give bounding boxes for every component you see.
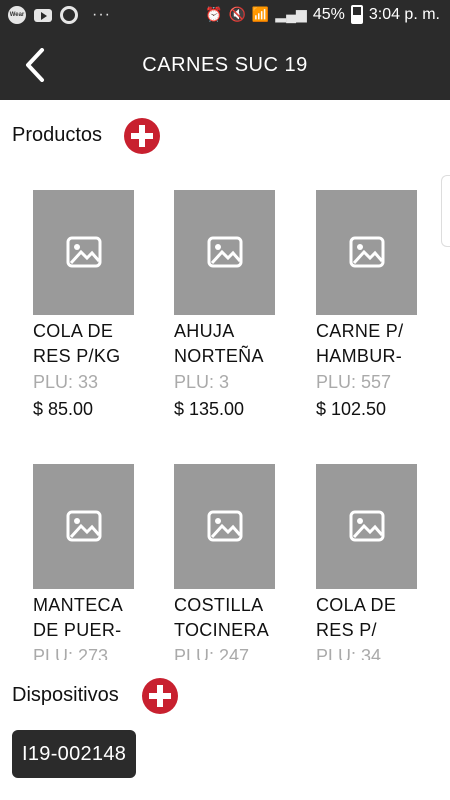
product-price: $ 135.00 (174, 399, 245, 419)
product-card[interactable]: COSTILLA TOCINERA PLU: 247 (174, 464, 278, 660)
product-card[interactable]: AHUJA NORTEÑA PLU: 3 $ 135.00 (174, 190, 278, 423)
devices-section-title: Dispositivos (12, 684, 119, 706)
product-thumbnail (174, 464, 275, 589)
product-name: CARNE P/ HAMBUR- (316, 321, 404, 366)
product-name: COLA DE RES P/ (316, 595, 397, 640)
product-name: MANTECA DE PUER- (33, 595, 124, 640)
product-plu: PLU: 247 (174, 646, 250, 660)
product-plu: PLU: 3 (174, 372, 230, 392)
status-bar-right: ⏰ 🔇 📶 ▂▄▆ 45% 3:04 p. m. (205, 5, 440, 24)
product-thumbnail (33, 464, 134, 589)
product-card[interactable]: MANTECA DE PUER- PLU: 273 (33, 464, 137, 660)
more-notifications-icon: ··· (92, 6, 111, 23)
sync-icon (60, 6, 78, 24)
product-card[interactable]: COLA DE RES P/KG PLU: 33 $ 85.00 (33, 190, 137, 423)
image-placeholder-icon (349, 510, 385, 542)
wifi-icon: 📶 (251, 6, 270, 22)
products-grid: COLA DE RES P/KG PLU: 33 $ 85.00 AHUJA N… (0, 170, 450, 660)
image-placeholder-icon (349, 236, 385, 268)
product-thumbnail (174, 190, 275, 315)
product-plu: PLU: 557 (316, 372, 392, 392)
battery-icon (350, 5, 363, 24)
image-placeholder-icon (66, 510, 102, 542)
product-thumbnail (316, 190, 417, 315)
device-chip[interactable]: I19-002148 (12, 730, 137, 778)
youtube-icon (34, 8, 52, 22)
scroll-indicator[interactable] (441, 175, 450, 247)
battery-percentage: 45% (312, 5, 345, 23)
product-name: COLA DE RES P/KG (33, 321, 121, 366)
product-thumbnail (33, 190, 134, 315)
product-plu: PLU: 33 (33, 372, 99, 392)
product-plu: PLU: 34 (316, 646, 382, 660)
clock: 3:04 p. m. (368, 5, 440, 23)
add-product-button[interactable] (124, 118, 160, 154)
alarm-icon: ⏰ (205, 6, 223, 22)
app-bar: CARNES SUC 19 (0, 30, 450, 100)
product-name: COSTILLA TOCINERA (174, 595, 270, 640)
add-device-button[interactable] (142, 678, 178, 714)
signal-icon: ▂▄▆ (275, 6, 307, 22)
mute-icon: 🔇 (228, 6, 246, 22)
product-name: AHUJA NORTEÑA (174, 321, 264, 366)
product-card[interactable]: COLA DE RES P/ PLU: 34 (316, 464, 420, 660)
product-price: $ 102.50 (316, 399, 387, 419)
product-plu: PLU: 273 (33, 646, 109, 660)
product-thumbnail (316, 464, 417, 589)
status-bar-left: Wear ··· (8, 6, 111, 24)
image-placeholder-icon (207, 510, 243, 542)
wear-os-icon: Wear (8, 6, 26, 24)
page-title: CARNES SUC 19 (142, 54, 308, 76)
image-placeholder-icon (66, 236, 102, 268)
status-bar: Wear ··· ⏰ 🔇 📶 ▂▄▆ 45% 3:04 p. m. (0, 0, 450, 30)
products-section-title: Productos (12, 124, 103, 146)
product-price: $ 85.00 (33, 399, 94, 419)
image-placeholder-icon (207, 236, 243, 268)
product-card[interactable]: CARNE P/ HAMBUR- PLU: 557 $ 102.50 (316, 190, 420, 423)
